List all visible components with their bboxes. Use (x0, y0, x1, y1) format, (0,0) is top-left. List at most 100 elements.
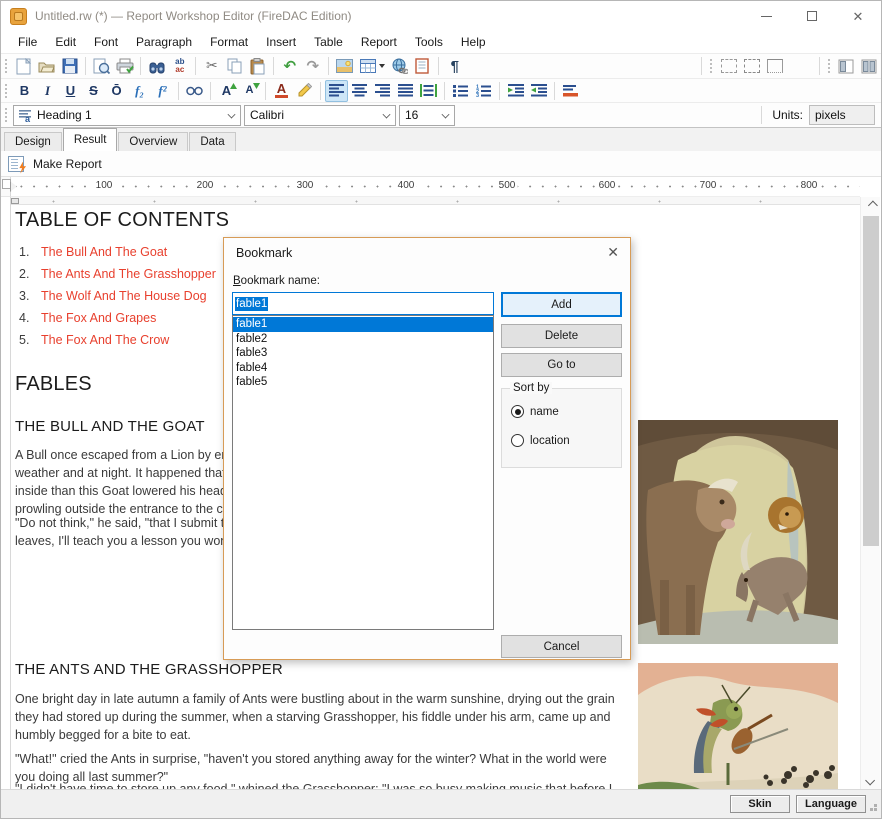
toolbar-grip[interactable] (827, 58, 831, 74)
add-button[interactable]: Add (501, 292, 622, 317)
minimize-button[interactable] (743, 1, 789, 31)
radio-unchecked-icon[interactable] (511, 434, 524, 447)
grow-font-icon[interactable]: A (215, 80, 238, 102)
make-report-button[interactable]: Make Report (33, 157, 102, 171)
numbered-list-icon[interactable]: 123 (472, 80, 495, 102)
insert-table-icon[interactable] (356, 55, 388, 77)
menu-edit[interactable]: Edit (46, 33, 85, 51)
toolbar-grip[interactable] (709, 58, 713, 74)
bookmark-listbox[interactable]: fable1 fable2 fable3 fable4 fable5 (232, 315, 494, 630)
decrease-indent-icon[interactable] (504, 80, 527, 102)
toolbar-grip[interactable] (4, 83, 9, 99)
toc-link[interactable]: The Ants And The Grasshopper (41, 267, 216, 281)
skin-button[interactable]: Skin (730, 795, 790, 813)
tab-data[interactable]: Data (189, 132, 235, 151)
save-icon[interactable] (58, 55, 81, 77)
menu-paragraph[interactable]: Paragraph (127, 33, 201, 51)
sort-by-name-radio[interactable]: name (511, 405, 559, 418)
menu-font[interactable]: Font (85, 33, 127, 51)
new-document-icon[interactable] (12, 55, 35, 77)
font-color-icon[interactable]: A (270, 80, 293, 102)
resize-grip[interactable] (874, 804, 877, 807)
menu-insert[interactable]: Insert (257, 33, 305, 51)
list-item[interactable]: fable3 (233, 346, 493, 361)
goto-button[interactable]: Go to (501, 353, 622, 377)
tab-design[interactable]: Design (4, 132, 62, 151)
menu-file[interactable]: File (9, 33, 46, 51)
overline-icon[interactable]: Ō (105, 80, 128, 102)
menu-table[interactable]: Table (305, 33, 352, 51)
frame-style-dashed-icon[interactable] (741, 55, 764, 77)
indent-marker[interactable] (10, 181, 17, 192)
increase-indent-icon[interactable] (527, 80, 550, 102)
scroll-up-icon[interactable] (861, 197, 881, 214)
menu-format[interactable]: Format (201, 33, 257, 51)
toc-link[interactable]: The Bull And The Goat (41, 245, 167, 259)
radio-checked-icon[interactable] (511, 405, 524, 418)
maximize-button[interactable] (789, 1, 835, 31)
menu-tools[interactable]: Tools (406, 33, 452, 51)
toc-link[interactable]: The Fox And Grapes (41, 311, 156, 325)
style-combobox[interactable]: a Heading 1 (13, 105, 241, 126)
hyperlink-icon[interactable] (388, 55, 411, 77)
menu-report[interactable]: Report (352, 33, 406, 51)
undo-icon[interactable]: ↶ (278, 55, 301, 77)
scroll-down-icon[interactable] (861, 772, 881, 789)
columns-left-icon[interactable] (835, 55, 858, 77)
toolbar-grip[interactable] (4, 107, 9, 123)
print-preview-icon[interactable] (90, 55, 113, 77)
bold-icon[interactable]: B (13, 80, 36, 102)
print-icon[interactable] (113, 55, 136, 77)
margin-marker[interactable] (11, 198, 19, 204)
redo-icon[interactable]: ↷ (301, 55, 324, 77)
units-value[interactable]: pixels (809, 105, 875, 125)
underline-icon[interactable]: U (59, 80, 82, 102)
font-size-combobox[interactable]: 16 (399, 105, 455, 126)
show-pilcrow-icon[interactable]: ¶ (443, 55, 466, 77)
align-left-icon[interactable] (325, 80, 348, 102)
find-icon[interactable] (145, 55, 168, 77)
bullet-list-icon[interactable] (449, 80, 472, 102)
vertical-scrollbar[interactable] (860, 197, 880, 789)
align-right-icon[interactable] (371, 80, 394, 102)
list-item[interactable]: fable5 (233, 375, 493, 390)
cut-icon[interactable]: ✂ (200, 55, 223, 77)
table-dropdown-arrow[interactable] (379, 64, 385, 68)
tab-overview[interactable]: Overview (118, 132, 188, 151)
insert-image-icon[interactable] (333, 55, 356, 77)
italic-icon[interactable]: I (36, 80, 59, 102)
language-button[interactable]: Language (796, 795, 866, 813)
menu-help[interactable]: Help (452, 33, 495, 51)
sort-by-location-radio[interactable]: location (511, 434, 570, 447)
list-item[interactable]: fable1 (233, 317, 493, 332)
dialog-close-icon[interactable]: ✕ (607, 245, 619, 259)
align-center-icon[interactable] (348, 80, 371, 102)
open-folder-icon[interactable] (35, 55, 58, 77)
subscript-icon[interactable]: f₂ (128, 80, 151, 102)
glasses-icon[interactable] (183, 80, 206, 102)
bookmark-name-input[interactable]: fable1 (232, 292, 494, 315)
horizontal-rule-icon[interactable] (559, 80, 582, 102)
frame-style-none-icon[interactable] (718, 55, 741, 77)
replace-icon[interactable]: ab ac (168, 55, 191, 77)
paste-icon[interactable] (246, 55, 269, 77)
font-combobox[interactable]: Calibri (244, 105, 396, 126)
insert-frame-icon[interactable] (411, 55, 434, 77)
toc-link[interactable]: The Wolf And The House Dog (41, 289, 207, 303)
list-item[interactable]: fable4 (233, 361, 493, 376)
list-item[interactable]: fable2 (233, 332, 493, 347)
close-button[interactable]: ✕ (835, 1, 881, 31)
toc-link[interactable]: The Fox And The Crow (41, 333, 169, 347)
copy-icon[interactable] (223, 55, 246, 77)
superscript-icon[interactable]: f² (151, 80, 174, 102)
delete-button[interactable]: Delete (501, 324, 622, 348)
scrollbar-thumb[interactable] (863, 216, 879, 546)
toolbar-grip[interactable] (4, 58, 8, 74)
shrink-font-icon[interactable]: A (238, 80, 261, 102)
align-justify-icon[interactable] (394, 80, 417, 102)
horizontal-ruler[interactable]: 100 200 300 400 500 600 700 800 (11, 177, 860, 197)
frame-style-solid-icon[interactable] (764, 55, 787, 77)
columns-both-icon[interactable] (858, 55, 881, 77)
tab-result[interactable]: Result (63, 128, 118, 151)
cancel-button[interactable]: Cancel (501, 635, 622, 658)
